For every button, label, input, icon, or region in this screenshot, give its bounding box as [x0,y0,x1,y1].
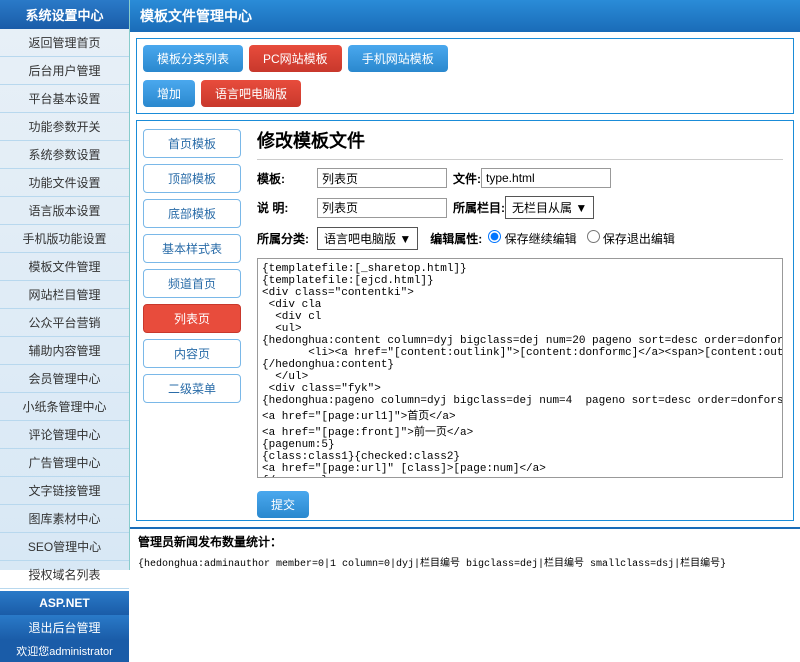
topbar-btn-2[interactable]: 手机网站模板 [348,45,448,72]
sidebar-item-17[interactable]: 图库素材中心 [0,505,129,533]
sidebar-header: 系统设置中心 [0,0,129,29]
submit-button[interactable]: 提交 [257,491,309,518]
sidebar-item-16[interactable]: 文字链接管理 [0,477,129,505]
label-desc: 说 明: [257,199,317,216]
editor-panel: 修改模板文件 模板: 文件: 说 明: 所属栏目: 无栏目从属 ▼ 所属分类: … [247,121,793,520]
sidebar-item-19[interactable]: 授权域名列表 [0,561,129,589]
file-input[interactable] [481,168,611,188]
sidebar-item-11[interactable]: 辅助内容管理 [0,337,129,365]
footer-stats-label: 管理员新闻发布数量统计： [130,527,800,554]
subnav-item-1[interactable]: 顶部模板 [143,164,241,193]
sidebar-item-3[interactable]: 功能参数开关 [0,113,129,141]
label-template: 模板: [257,170,317,187]
sidebar: 系统设置中心 返回管理首页后台用户管理平台基本设置功能参数开关系统参数设置功能文… [0,0,130,570]
subnav-item-2[interactable]: 底部模板 [143,199,241,228]
sidebar-item-7[interactable]: 手机版功能设置 [0,225,129,253]
footer-code: {hedonghua:adminauthor member=0|1 column… [130,554,800,570]
welcome-text: 欢迎您administrator [0,640,129,662]
sidebar-item-18[interactable]: SEO管理中心 [0,533,129,561]
subnav-item-0[interactable]: 首页模板 [143,129,241,158]
topbar2-btn-0[interactable]: 增加 [143,80,195,107]
sidebar-item-10[interactable]: 公众平台营销 [0,309,129,337]
sidebar-item-4[interactable]: 系统参数设置 [0,141,129,169]
main-panel: 模板文件管理中心 模板分类列表PC网站模板手机网站模板 增加语言吧电脑版 首页模… [130,0,800,570]
sidebar-item-15[interactable]: 广告管理中心 [0,449,129,477]
sidebar-item-8[interactable]: 模板文件管理 [0,253,129,281]
label-editattr: 编辑属性: [430,230,482,247]
label-column: 所属栏目: [453,199,505,216]
radio-continue[interactable]: 保存继续编辑 [488,230,576,247]
topbar-btn-0[interactable]: 模板分类列表 [143,45,243,72]
editor-title: 修改模板文件 [257,127,783,160]
subnav-item-7[interactable]: 二级菜单 [143,374,241,403]
content-area: 首页模板顶部模板底部模板基本样式表频道首页列表页内容页二级菜单 修改模板文件 模… [136,120,794,521]
sidebar-item-14[interactable]: 评论管理中心 [0,421,129,449]
category-select[interactable]: 语言吧电脑版 ▼ [317,227,418,250]
label-category: 所属分类: [257,230,317,247]
code-textarea[interactable] [257,258,783,478]
topbar-btn-1[interactable]: PC网站模板 [249,45,342,72]
logout-button[interactable]: 退出后台管理 [0,615,129,640]
sidebar-item-9[interactable]: 网站栏目管理 [0,281,129,309]
topbar2-btn-1[interactable]: 语言吧电脑版 [201,80,301,107]
subnav: 首页模板顶部模板底部模板基本样式表频道首页列表页内容页二级菜单 [137,121,247,520]
column-select[interactable]: 无栏目从属 ▼ [505,196,594,219]
sidebar-item-5[interactable]: 功能文件设置 [0,169,129,197]
sidebar-footer: ASP.NET [0,591,129,615]
main-header: 模板文件管理中心 [130,0,800,32]
sidebar-item-2[interactable]: 平台基本设置 [0,85,129,113]
subnav-item-6[interactable]: 内容页 [143,339,241,368]
sidebar-item-0[interactable]: 返回管理首页 [0,29,129,57]
subnav-item-3[interactable]: 基本样式表 [143,234,241,263]
subnav-item-5[interactable]: 列表页 [143,304,241,333]
sidebar-item-12[interactable]: 会员管理中心 [0,365,129,393]
sidebar-item-1[interactable]: 后台用户管理 [0,57,129,85]
label-file: 文件: [453,170,481,187]
template-input[interactable] [317,168,447,188]
subnav-item-4[interactable]: 频道首页 [143,269,241,298]
desc-input[interactable] [317,198,447,218]
sidebar-item-13[interactable]: 小纸条管理中心 [0,393,129,421]
topbar: 模板分类列表PC网站模板手机网站模板 增加语言吧电脑版 [136,38,794,114]
sidebar-item-6[interactable]: 语言版本设置 [0,197,129,225]
radio-exit[interactable]: 保存退出编辑 [587,230,675,247]
